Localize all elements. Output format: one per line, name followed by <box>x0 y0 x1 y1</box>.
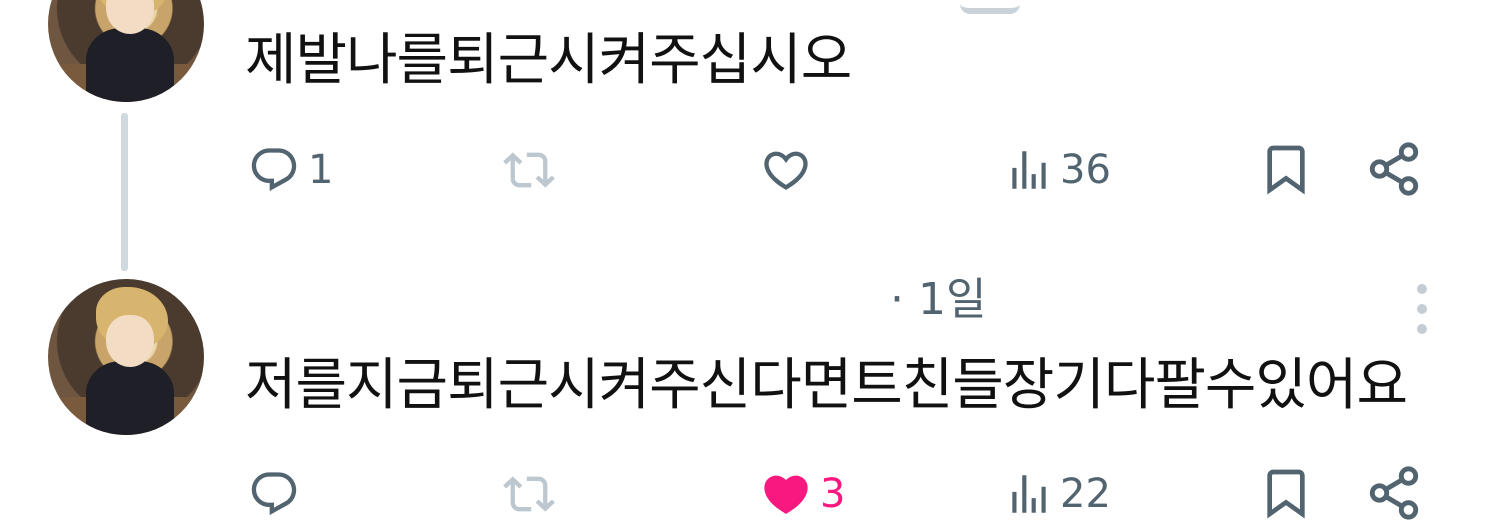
reply-icon <box>251 472 297 516</box>
retweet-icon <box>503 476 555 512</box>
share-button[interactable] <box>1364 464 1424 522</box>
bookmark-button[interactable] <box>1258 464 1314 522</box>
reply-button[interactable]: 1 <box>246 144 333 196</box>
avatar[interactable] <box>48 279 204 435</box>
views-button[interactable]: 36 <box>1004 144 1111 196</box>
reply-icon <box>251 148 297 192</box>
like-button[interactable] <box>758 144 820 196</box>
like-count: 3 <box>820 471 846 517</box>
like-button[interactable]: 3 <box>758 468 845 520</box>
bookmark-button[interactable] <box>1258 140 1314 198</box>
views-button[interactable]: 22 <box>1004 468 1111 520</box>
views-count: 22 <box>1060 471 1111 517</box>
share-icon <box>1369 142 1419 196</box>
heart-icon <box>764 151 808 190</box>
share-icon <box>1369 466 1419 520</box>
reply-count: 1 <box>308 147 334 193</box>
bookmark-icon <box>1267 145 1305 195</box>
retweet-icon <box>503 152 555 188</box>
thread-line <box>121 113 128 271</box>
heart-filled-icon <box>764 475 808 514</box>
views-icon <box>1012 475 1046 513</box>
tweet-timestamp[interactable]: · 1일 <box>890 270 986 330</box>
views-icon <box>1012 151 1046 189</box>
share-button[interactable] <box>1364 140 1424 198</box>
tweet-text: 저를지금퇴근시켜주신다면트친들장기다팔수있어요 <box>245 353 1408 418</box>
retweet-button[interactable] <box>498 468 566 520</box>
reply-button[interactable] <box>246 468 308 520</box>
retweet-button[interactable] <box>498 144 566 196</box>
views-count: 36 <box>1060 147 1111 193</box>
top-cutoff-fragment <box>960 0 1020 14</box>
more-icon[interactable] <box>1410 282 1434 338</box>
tweet-text: 제발나를퇴근시켜주십시오 <box>245 28 852 93</box>
bookmark-icon <box>1267 469 1305 519</box>
avatar[interactable] <box>48 0 204 102</box>
